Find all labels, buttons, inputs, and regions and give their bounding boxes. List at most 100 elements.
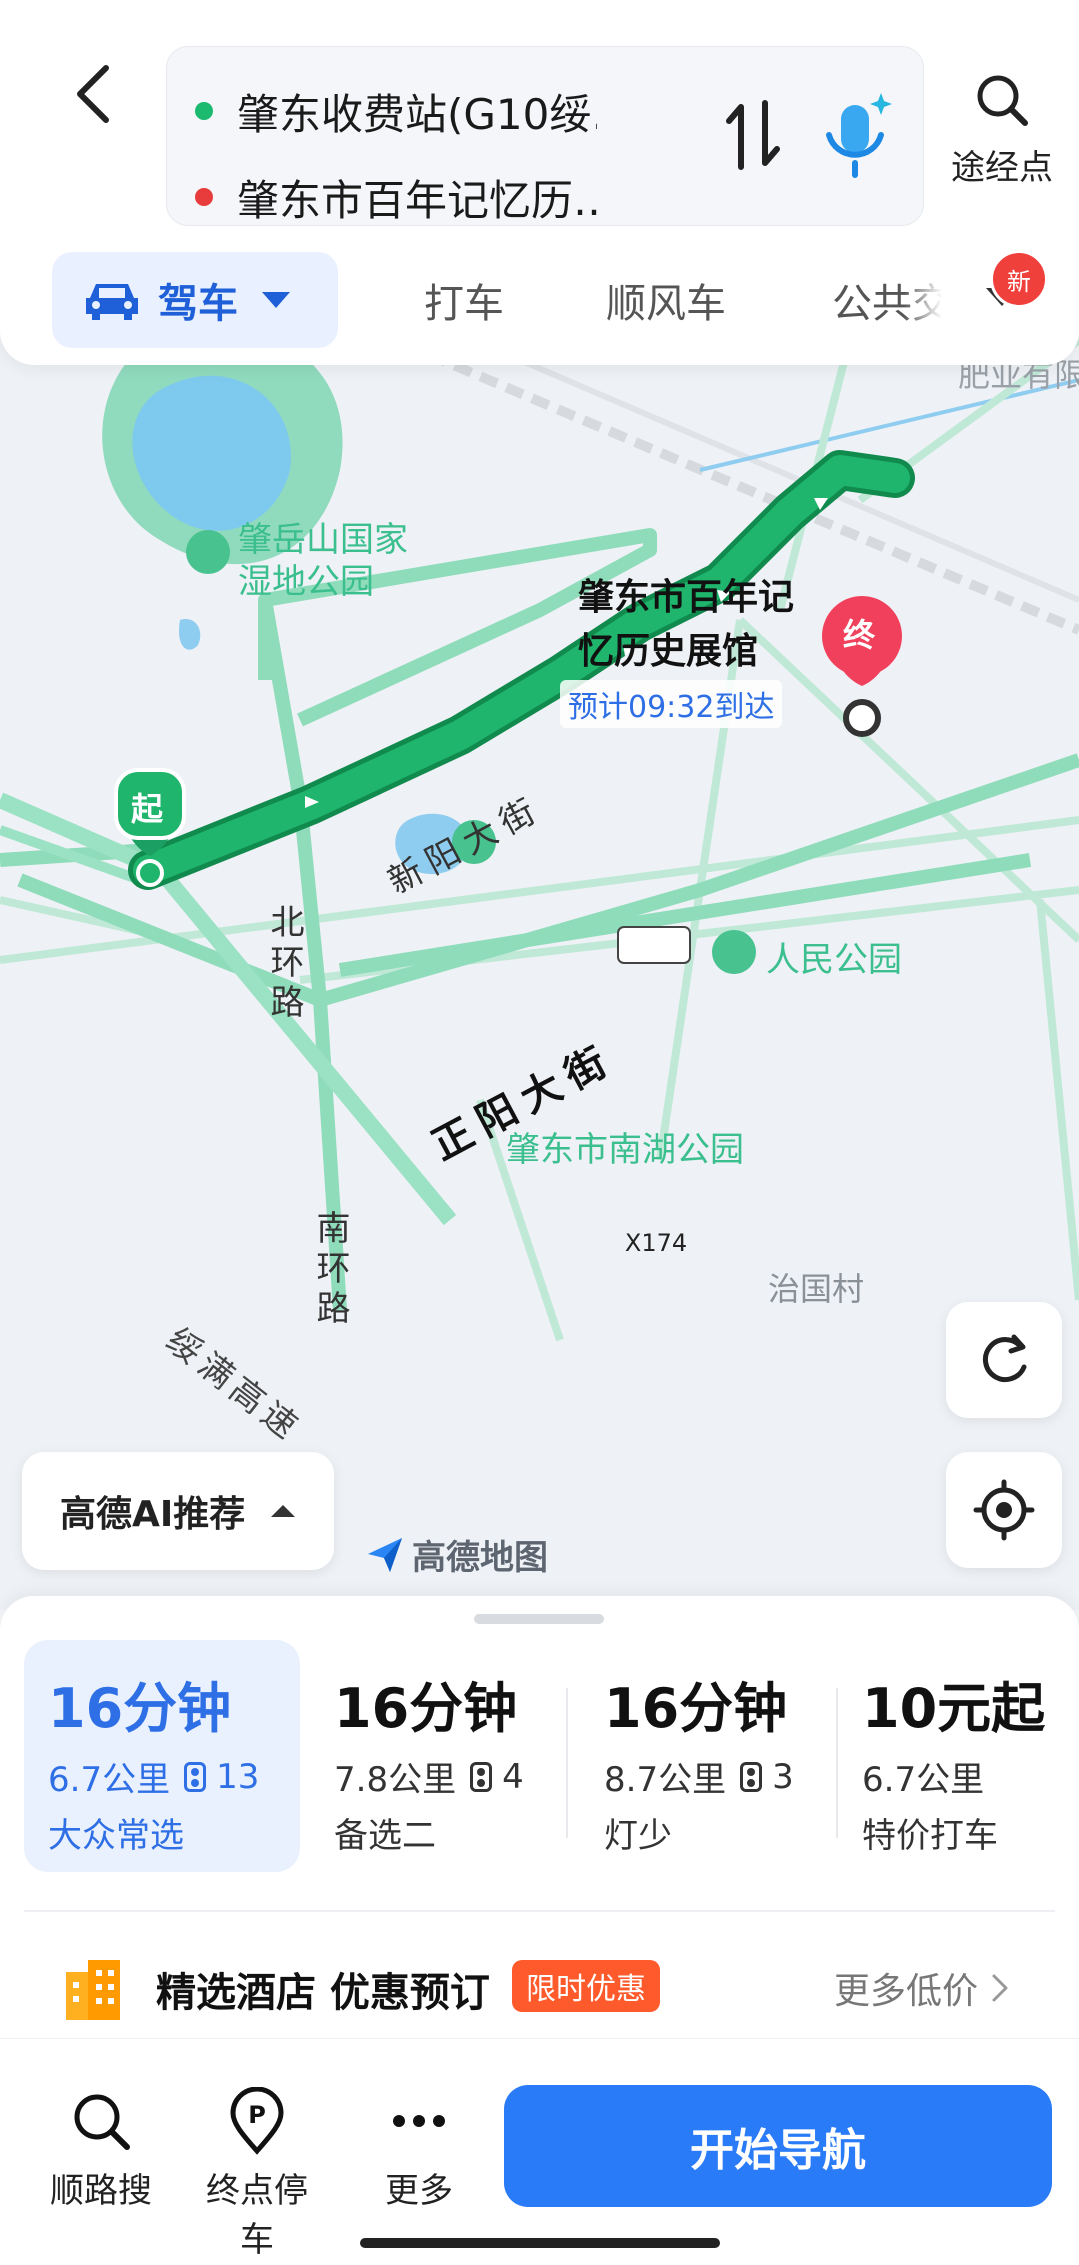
caret-up-icon	[271, 1505, 296, 1517]
search-icon	[74, 2094, 130, 2150]
start-dot-icon	[195, 102, 213, 120]
end-location-row[interactable]: 肇东市百年记忆历…	[187, 167, 597, 227]
hotel-promo[interactable]: 精选酒店 优惠预订 限时优惠 更多低价	[0, 1940, 1079, 2030]
route-4-distance: 6.7公里	[862, 1760, 985, 1800]
end-marker-text: 终	[843, 616, 876, 654]
park-nanhu-label[interactable]: 肇东市南湖公园	[506, 1122, 744, 1171]
waypoint-label: 途经点	[951, 148, 1053, 188]
tab-carpool[interactable]: 顺风车	[606, 252, 726, 348]
chevron-right-icon	[992, 1974, 1008, 2002]
more-deals-link[interactable]: 更多低价	[834, 1962, 1012, 2014]
tab-taxi[interactable]: 打车	[424, 252, 504, 348]
tab-transit[interactable]: 公共交	[832, 252, 942, 348]
route-2-time: 16分钟	[334, 1677, 518, 1740]
route-1-meta: 6.7公里 13	[48, 1752, 259, 1801]
start-dot	[136, 859, 164, 887]
park-icon-1	[186, 530, 230, 574]
more-deals-label: 更多低价	[834, 1971, 979, 2012]
route-separator	[566, 1688, 568, 1838]
route-2-distance: 7.8公里	[334, 1760, 457, 1800]
tab-drive[interactable]: 驾车	[52, 252, 338, 348]
ai-recommend-label: 高德AI推荐	[60, 1494, 246, 1535]
amap-logo-icon	[368, 1537, 402, 1572]
route-2-tag: 备选二	[334, 1816, 436, 1856]
bottom-action-bar: 顺路搜 P 终点停车 更多 开始导航	[0, 2038, 1079, 2265]
traffic-light-icon	[184, 1761, 207, 1792]
parking-label: 终点停车	[206, 2171, 308, 2260]
route-1-tag: 大众常选	[48, 1816, 184, 1856]
parking-pin-icon: P	[230, 2087, 284, 2155]
section-divider	[24, 1910, 1055, 1912]
x174-shield	[617, 926, 691, 964]
tab-drive-label: 驾车	[158, 281, 238, 327]
limited-offer-badge: 限时优惠	[512, 1960, 660, 2012]
route-option-2[interactable]: 16分钟 7.8公里 4 备选二	[310, 1640, 560, 1872]
destination-label-1[interactable]: 肇东市百年记	[578, 568, 794, 620]
route-1-lights: 13	[216, 1756, 260, 1797]
home-indicator	[360, 2238, 720, 2248]
transport-mode-tabs: 驾车 打车 顺风车 公共交	[0, 252, 1079, 348]
new-badge: 新	[990, 250, 1048, 308]
route-4-meta: 6.7公里	[862, 1752, 984, 1801]
eta-label: 预计09:32到达	[560, 680, 783, 728]
address-panel: 肇东收费站(G10绥… 肇东市百年记忆历…	[166, 46, 924, 226]
village-label: 治国村	[768, 1270, 865, 1308]
start-marker-text: 起	[131, 790, 164, 828]
route-option-3[interactable]: 16分钟 8.7公里 3 灯少	[580, 1640, 830, 1872]
route-4-tag: 特价打车	[862, 1816, 998, 1856]
road-label-nanhuan: 南环路	[310, 1210, 350, 1330]
road-label-beihuan: 北环路	[264, 904, 304, 1024]
refresh-icon	[982, 1334, 1027, 1383]
search-along-label: 顺路搜	[50, 2171, 152, 2211]
more-dots-icon	[393, 2115, 445, 2127]
route-3-tag: 灯少	[604, 1816, 672, 1856]
park-renmin-label[interactable]: 人民公园	[766, 932, 902, 981]
search-icon	[977, 75, 1028, 126]
route-4-price: 10元起	[862, 1677, 1046, 1740]
start-navigation-button[interactable]: 开始导航	[504, 2085, 1052, 2207]
waypoint-button[interactable]: 途经点	[942, 70, 1062, 189]
voice-mic-icon[interactable]	[817, 87, 895, 187]
more-label: 更多	[385, 2171, 453, 2211]
route-2-lights: 4	[502, 1756, 524, 1797]
locate-button[interactable]	[946, 1452, 1062, 1568]
destination-dot	[843, 699, 881, 737]
swap-icon[interactable]	[721, 97, 787, 173]
route-sheet: 16分钟 6.7公里 13 大众常选 16分钟 7.8公里 4 备选二 16分钟…	[0, 1596, 1079, 2265]
amap-logo-text: 高德地图	[412, 1538, 548, 1578]
route-header: 肇东收费站(G10绥… 肇东市百年记忆历… 途经点 驾车 打车 顺风车 公共交 …	[0, 0, 1079, 365]
pond-1	[179, 619, 201, 650]
traffic-light-icon	[740, 1761, 763, 1792]
more-button[interactable]: 更多	[354, 2085, 484, 2212]
destination-label-2[interactable]: 忆历史展馆	[578, 622, 758, 674]
park-north-label-2[interactable]: 湿地公园	[238, 554, 374, 603]
x174-label: X174	[624, 1229, 688, 1257]
end-location-text: 肇东市百年记忆历…	[237, 175, 597, 225]
route-option-taxi[interactable]: 10元起 6.7公里 特价打车	[838, 1640, 1068, 1872]
sheet-handle[interactable]	[474, 1614, 604, 1624]
route-1-time: 16分钟	[48, 1677, 232, 1740]
hotel-title: 精选酒店 优惠预订	[156, 1970, 490, 2016]
amap-logo: 高德地图	[364, 1530, 548, 1579]
svg-text:P: P	[248, 2101, 266, 2129]
destination-parking-button[interactable]: P 终点停车	[192, 2085, 322, 2261]
ai-recommend-button[interactable]: 高德AI推荐	[22, 1452, 334, 1570]
start-location-row[interactable]: 肇东收费站(G10绥…	[187, 81, 597, 141]
map-canvas	[0, 300, 1079, 1342]
caret-down-icon	[262, 292, 290, 308]
route-1-distance: 6.7公里	[48, 1760, 171, 1800]
route-3-distance: 8.7公里	[604, 1760, 727, 1800]
locate-icon	[973, 1479, 1035, 1541]
route-option-1[interactable]: 16分钟 6.7公里 13 大众常选	[24, 1640, 300, 1872]
route-map[interactable]: 肥业有限 肇岳山国家 湿地公园 肇东市百年记 忆历史展馆 预计09:32到达 终…	[0, 300, 1079, 1610]
back-arrow-icon[interactable]	[62, 58, 126, 130]
route-2-meta: 7.8公里 4	[334, 1752, 524, 1801]
car-icon	[86, 284, 138, 320]
park-icon-2	[712, 930, 756, 974]
start-location-text: 肇东收费站(G10绥…	[237, 89, 597, 139]
route-3-lights: 3	[772, 1756, 794, 1797]
refresh-button[interactable]	[946, 1302, 1062, 1418]
search-along-button[interactable]: 顺路搜	[36, 2085, 166, 2212]
hotel-building-icon	[66, 1960, 120, 2020]
route-3-meta: 8.7公里 3	[604, 1752, 794, 1801]
